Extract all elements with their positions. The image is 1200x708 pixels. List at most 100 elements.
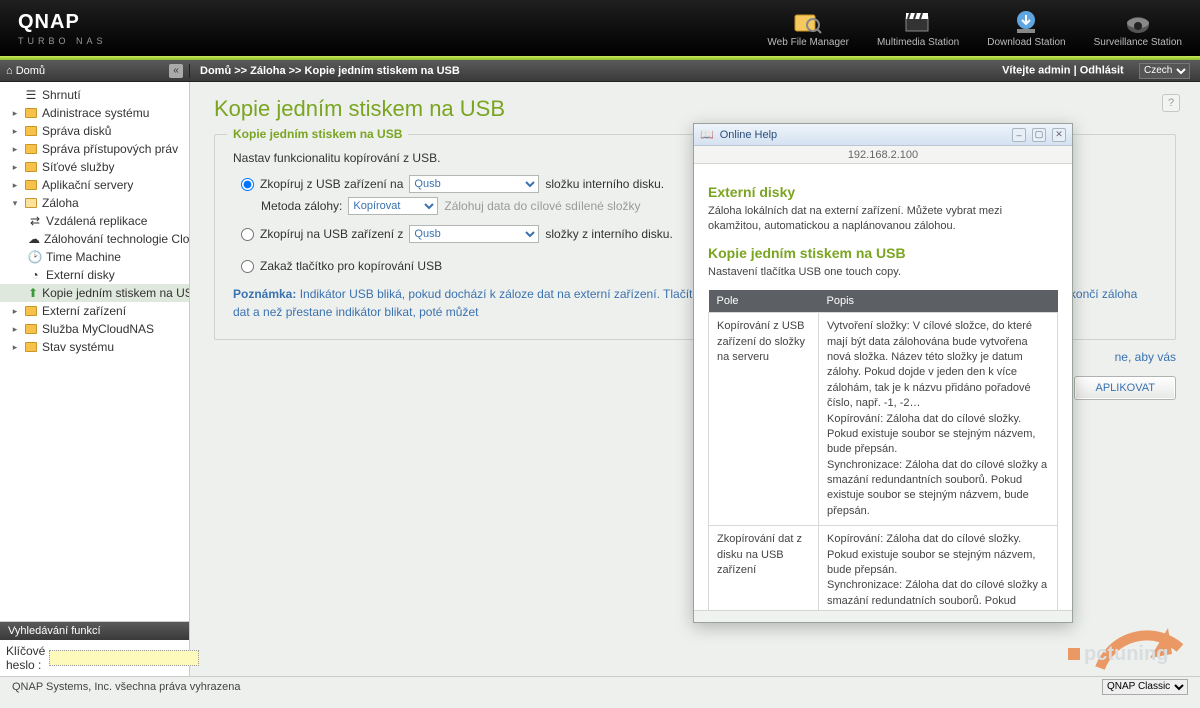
usb-icon: ⬆ (28, 287, 38, 299)
clock-icon: 🕑 (28, 251, 42, 263)
sidebar-item-label: Stav systému (42, 340, 114, 354)
disk-icon: ◔ (28, 269, 42, 281)
folder-icon (24, 341, 38, 353)
option-label-tail: složku interního disku. (545, 177, 664, 191)
app-download-station[interactable]: Download Station (987, 9, 1065, 48)
help-button[interactable]: ? (1162, 94, 1180, 112)
brand-logo: QNAP (18, 11, 107, 34)
sidebar-item-time-machine[interactable]: 🕑 Time Machine (0, 248, 189, 266)
top-header: QNAP TURBO NAS Web File Manager Multimed… (0, 0, 1200, 56)
clapperboard-icon (903, 9, 933, 35)
table-row: Zkopírování dat z disku na USB zařízeníK… (709, 526, 1058, 610)
sidebar-item-summary[interactable]: ☰Shrnutí (0, 86, 189, 104)
expand-icon[interactable]: ▸ (10, 180, 20, 191)
help-address: 192.168.2.100 (694, 146, 1072, 164)
backup-method-select[interactable]: Kopírovat (348, 197, 438, 215)
language-selector[interactable]: Czech (1139, 63, 1190, 79)
sidebar-item-access-rights[interactable]: ▸ Správa přístupových práv (0, 140, 189, 158)
help-body: Externí disky Záloha lokálních dat na ex… (694, 164, 1072, 610)
folder-search-icon (793, 9, 823, 35)
folder-icon (24, 143, 38, 155)
search-title: Vyhledávání funkcí (0, 622, 189, 640)
app-label: Surveillance Station (1094, 37, 1182, 48)
sidebar-item-network-services[interactable]: ▸Síťové služby (0, 158, 189, 176)
sidebar-item-disk-management[interactable]: ▸ Správa disků (0, 122, 189, 140)
sidebar-item-label: Služba MyCloudNAS (42, 322, 154, 336)
sidebar-item-external-devices[interactable]: ▸ Externí zařízení (0, 302, 189, 320)
sidebar-item-label: Záloha (42, 196, 79, 210)
help-window[interactable]: 📖 Online Help – ▢ ✕ 192.168.2.100 Extern… (693, 123, 1073, 623)
theme-selector[interactable]: QNAP Classic (1102, 679, 1188, 695)
folder-icon (24, 323, 38, 335)
source-folder-select[interactable]: Qusb (409, 225, 539, 243)
method-label: Metoda zálohy: (261, 199, 342, 213)
sidebar-item-label: Správa přístupových práv (42, 142, 178, 156)
app-label: Multimedia Station (877, 37, 959, 48)
note-extension-link[interactable]: ne, aby vás (1115, 350, 1176, 364)
help-window-titlebar[interactable]: 📖 Online Help – ▢ ✕ (694, 124, 1072, 146)
minimize-button[interactable]: – (1012, 128, 1026, 142)
folder-icon (24, 125, 38, 137)
copyright-text: QNAP Systems, Inc. všechna práva vyhraze… (12, 681, 240, 693)
folder-icon (24, 305, 38, 317)
search-input[interactable] (49, 650, 199, 666)
sidebar-header: ⌂ Domů « (0, 64, 190, 78)
table-header: Popis (819, 290, 1058, 313)
list-icon: ☰ (24, 89, 38, 101)
welcome-text[interactable]: Vítejte admin | Odhlásit (1002, 64, 1124, 76)
sidebar-item-system-admin[interactable]: ▸Adinistrace systému (0, 104, 189, 122)
expand-icon[interactable]: ▸ (10, 144, 20, 155)
sidebar-search: Vyhledávání funkcí Klíčové heslo : (0, 621, 189, 676)
sidebar-item-mycloudnas[interactable]: ▸ Služba MyCloudNAS (0, 320, 189, 338)
collapse-sidebar-button[interactable]: « (169, 64, 183, 78)
radio-disable[interactable] (241, 260, 254, 273)
page-title: Kopie jedním stiskem na USB (214, 96, 1176, 122)
camera-dome-icon (1123, 9, 1153, 35)
home-icon: ⌂ (6, 65, 13, 77)
sidebar-item-label: Time Machine (46, 250, 121, 264)
collapse-icon[interactable]: ▾ (10, 198, 20, 209)
sidebar-item-cloud-backup[interactable]: ☁Zálohování technologie Cloud (0, 230, 189, 248)
sidebar-item-usb-one-touch[interactable]: ⬆Kopie jedním stiskem na USB (0, 284, 189, 302)
book-icon: 📖 (700, 128, 714, 141)
radio-from-usb[interactable] (241, 178, 254, 191)
sidebar-item-backup[interactable]: ▾ Záloha (0, 194, 189, 212)
breadcrumb-bar: ⌂ Domů « Domů >> Záloha >> Kopie jedním … (0, 60, 1200, 82)
radio-to-usb[interactable] (241, 228, 254, 241)
home-label: Domů (16, 65, 45, 77)
app-label: Web File Manager (767, 37, 849, 48)
app-multimedia-station[interactable]: Multimedia Station (877, 9, 959, 48)
replication-icon: ⇄ (28, 215, 42, 227)
option-label-tail: složky z interního disku. (545, 227, 672, 241)
expand-icon[interactable]: ▸ (10, 162, 20, 173)
top-apps: Web File Manager Multimedia Station Down… (767, 9, 1182, 48)
app-surveillance-station[interactable]: Surveillance Station (1094, 9, 1182, 48)
sidebar-item-external-disks[interactable]: ◔ Externí disky (0, 266, 189, 284)
fieldset-legend: Kopie jedním stiskem na USB (227, 127, 408, 141)
target-folder-select[interactable]: Qusb (409, 175, 539, 193)
expand-icon[interactable]: ▸ (10, 324, 20, 335)
close-button[interactable]: ✕ (1052, 128, 1066, 142)
expand-icon[interactable]: ▸ (10, 126, 20, 137)
breadcrumb: Domů >> Záloha >> Kopie jedním stiskem n… (190, 65, 992, 77)
app-web-file-manager[interactable]: Web File Manager (767, 9, 849, 48)
sidebar-item-remote-replication[interactable]: ⇄Vzdálená replikace (0, 212, 189, 230)
user-area: Vítejte admin | Odhlásit Czech (992, 63, 1200, 79)
folder-icon (24, 161, 38, 173)
expand-icon[interactable]: ▸ (10, 306, 20, 317)
help-table: PolePopis Kopírování z USB zařízení do s… (708, 290, 1058, 610)
sidebar-item-label: Správa disků (42, 124, 111, 138)
sidebar-item-label: Externí zařízení (42, 304, 126, 318)
maximize-button[interactable]: ▢ (1032, 128, 1046, 142)
sidebar-item-app-servers[interactable]: ▸Aplikační servery (0, 176, 189, 194)
expand-icon[interactable]: ▸ (10, 108, 20, 119)
footer: QNAP Systems, Inc. všechna práva vyhraze… (0, 676, 1200, 696)
apply-button[interactable]: APLIKOVAT (1074, 376, 1176, 400)
expand-icon[interactable]: ▸ (10, 342, 20, 353)
option-label: Zkopíruj na USB zařízení z (260, 227, 403, 241)
resize-handle[interactable] (694, 610, 1072, 622)
nav-tree: ☰Shrnutí ▸Adinistrace systému ▸ Správa di… (0, 82, 189, 621)
sidebar-item-system-status[interactable]: ▸ Stav systému (0, 338, 189, 356)
option-label: Zkopíruj z USB zařízení na (260, 177, 403, 191)
sidebar-item-label: Externí disky (46, 268, 115, 282)
